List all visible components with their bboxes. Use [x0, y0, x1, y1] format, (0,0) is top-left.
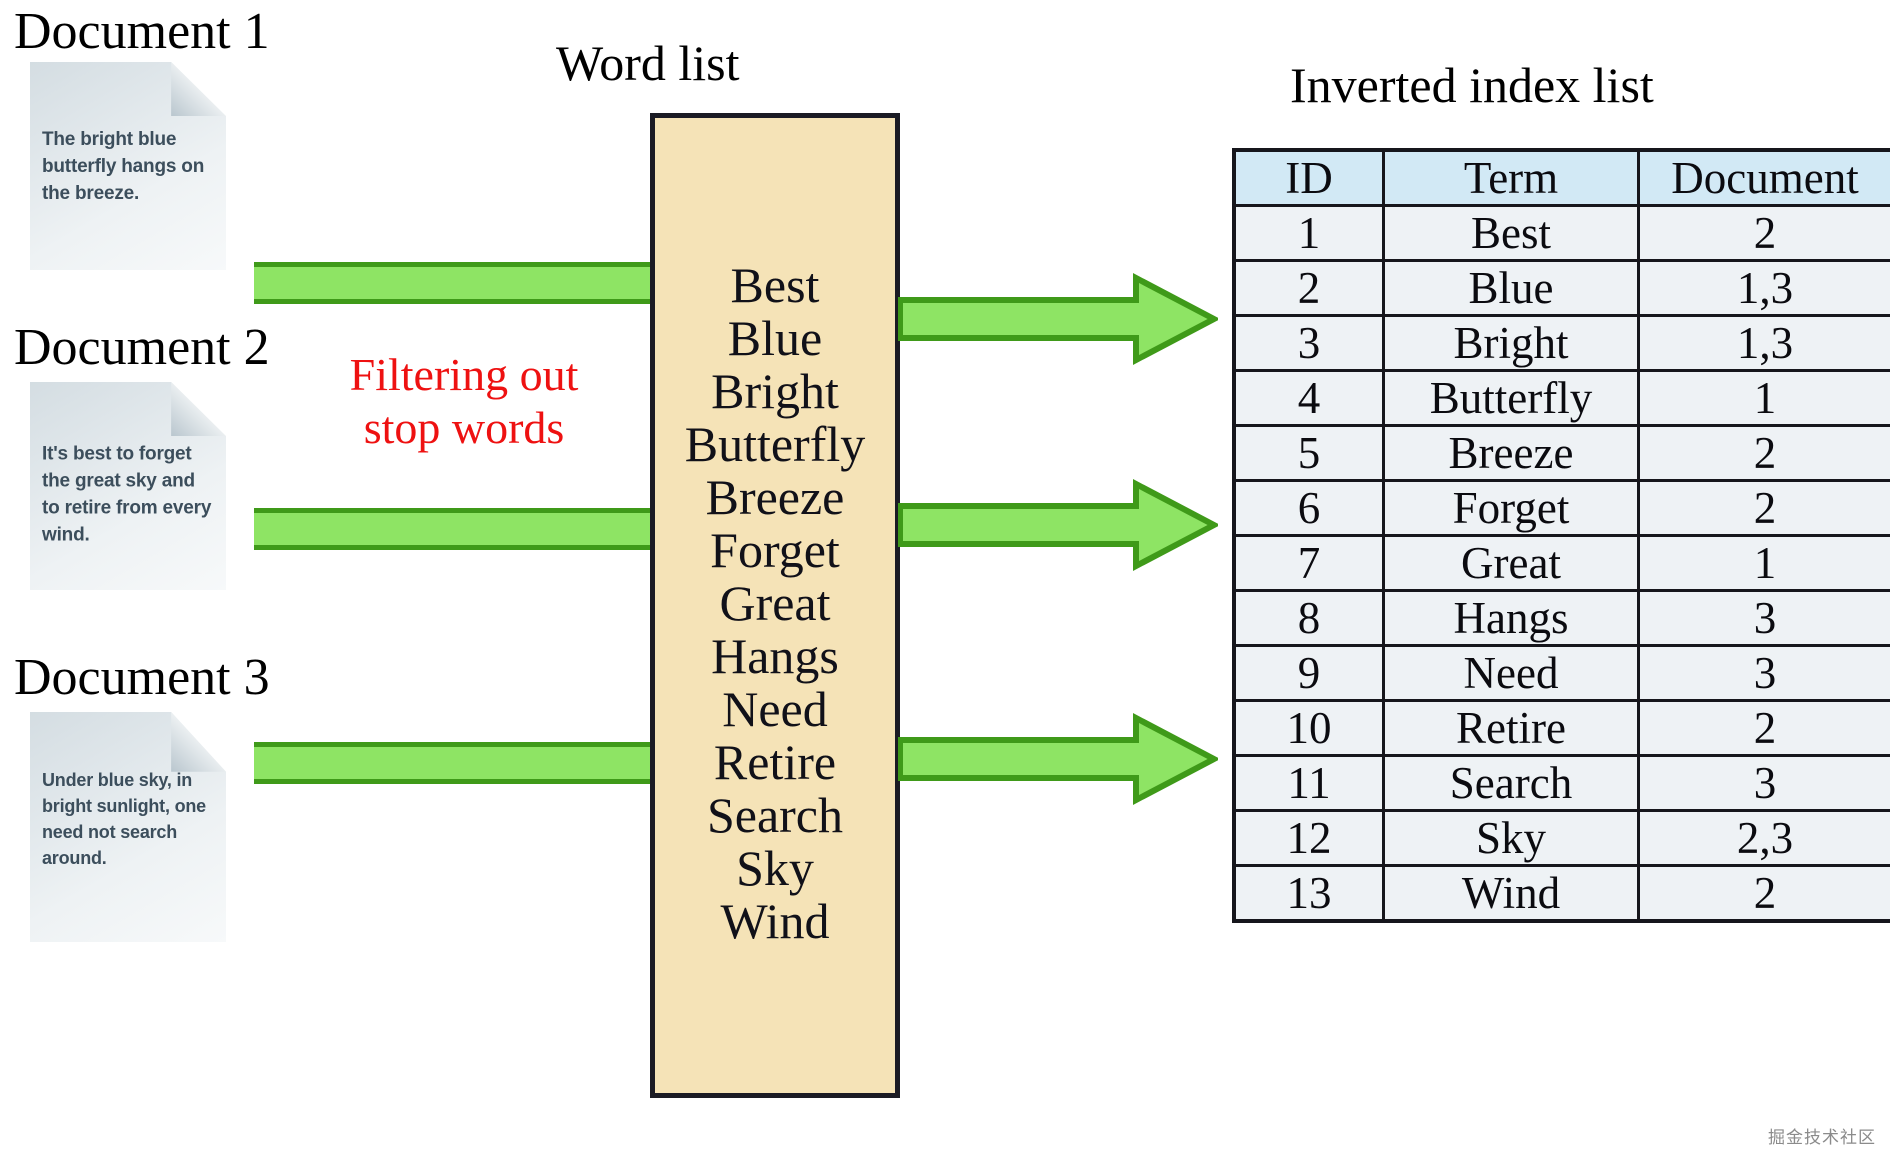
filtering-out-stop-words-note: Filtering out stop words	[274, 348, 654, 455]
word-list-box: Best Blue Bright Butterfly Breeze Forget…	[650, 113, 900, 1098]
table-header-row: ID Term Document	[1232, 148, 1890, 207]
document-3-icon: Under blue sky, in bright sunlight, one …	[30, 712, 226, 942]
cell-document: 1,3	[1637, 259, 1890, 317]
cell-term: Best	[1382, 204, 1640, 262]
table-row: 4 Butterfly 1	[1232, 369, 1890, 427]
table-row: 6 Forget 2	[1232, 479, 1890, 537]
inverted-index-title: Inverted index list	[1290, 57, 1654, 113]
word-list-item: Best	[730, 257, 820, 313]
cell-term: Need	[1382, 644, 1640, 702]
cell-id: 10	[1232, 699, 1385, 757]
watermark: 掘金技术社区	[1768, 1128, 1876, 1148]
cell-term: Sky	[1382, 809, 1640, 867]
cell-id: 5	[1232, 424, 1385, 482]
inverted-index-diagram: Document 1 The bright blue butterfly han…	[0, 0, 1890, 1160]
cell-term: Search	[1382, 754, 1640, 812]
table-row: 10 Retire 2	[1232, 699, 1890, 757]
cell-document: 2	[1637, 479, 1890, 537]
word-list-item: Bright	[711, 363, 839, 419]
cell-document: 2	[1637, 424, 1890, 482]
document-fold-corner-icon	[171, 382, 226, 437]
cell-id: 13	[1232, 864, 1385, 923]
cell-term: Hangs	[1382, 589, 1640, 647]
cell-term: Wind	[1382, 864, 1640, 923]
cell-document: 2,3	[1637, 809, 1890, 867]
arrow-document-3-to-word-list	[254, 742, 654, 784]
column-header-document: Document	[1637, 148, 1890, 207]
cell-document: 3	[1637, 644, 1890, 702]
table-row: 2 Blue 1,3	[1232, 259, 1890, 317]
cell-term: Butterfly	[1382, 369, 1640, 427]
cell-document: 1,3	[1637, 314, 1890, 372]
arrow-document-2-to-word-list	[254, 508, 654, 550]
word-list-item: Breeze	[705, 469, 845, 525]
document-1-icon: The bright blue butterfly hangs on the b…	[30, 62, 226, 270]
document-2-text: It's best to forget the great sky and to…	[42, 443, 212, 546]
word-list-item: Butterfly	[684, 416, 866, 472]
document-2-label: Document 2	[14, 319, 270, 376]
word-list-item: Retire	[713, 734, 837, 790]
word-list-item: Hangs	[711, 628, 839, 684]
cell-id: 4	[1232, 369, 1385, 427]
cell-term: Retire	[1382, 699, 1640, 757]
table-row: 9 Need 3	[1232, 644, 1890, 702]
table-body: 1 Best 2 2 Blue 1,3 3 Bright 1,3 4 Butte…	[1232, 204, 1890, 923]
table-row: 11 Search 3	[1232, 754, 1890, 812]
table-row: 7 Great 1	[1232, 534, 1890, 592]
document-1-text: The bright blue butterfly hangs on the b…	[42, 129, 205, 205]
arrow-document-1-to-word-list	[254, 262, 654, 304]
arrow-word-list-to-index-3	[898, 712, 1218, 806]
document-3-text: Under blue sky, in bright sunlight, one …	[42, 770, 206, 869]
cell-id: 3	[1232, 314, 1385, 372]
word-list-item: Wind	[720, 893, 830, 949]
table-row: 8 Hangs 3	[1232, 589, 1890, 647]
cell-document: 1	[1637, 534, 1890, 592]
cell-document: 2	[1637, 864, 1890, 923]
column-header-term: Term	[1382, 148, 1640, 207]
word-list-item: Blue	[727, 310, 823, 366]
cell-term: Great	[1382, 534, 1640, 592]
table-head: ID Term Document	[1232, 148, 1890, 207]
filter-note-line-1: Filtering out	[349, 349, 579, 400]
table-row: 12 Sky 2,3	[1232, 809, 1890, 867]
table-row: 5 Breeze 2	[1232, 424, 1890, 482]
arrow-word-list-to-index-2	[898, 478, 1218, 572]
word-list-title: Word list	[556, 35, 740, 91]
document-3-label: Document 3	[14, 649, 270, 706]
cell-document: 2	[1637, 204, 1890, 262]
cell-id: 2	[1232, 259, 1385, 317]
cell-term: Bright	[1382, 314, 1640, 372]
cell-term: Breeze	[1382, 424, 1640, 482]
cell-id: 11	[1232, 754, 1385, 812]
word-list-item: Great	[719, 575, 831, 631]
cell-term: Forget	[1382, 479, 1640, 537]
table-row: 1 Best 2	[1232, 204, 1890, 262]
cell-id: 6	[1232, 479, 1385, 537]
cell-document: 3	[1637, 589, 1890, 647]
table-row: 3 Bright 1,3	[1232, 314, 1890, 372]
cell-document: 1	[1637, 369, 1890, 427]
cell-id: 9	[1232, 644, 1385, 702]
cell-id: 7	[1232, 534, 1385, 592]
cell-term: Blue	[1382, 259, 1640, 317]
filter-note-line-2: stop words	[363, 402, 565, 454]
cell-document: 3	[1637, 754, 1890, 812]
cell-id: 8	[1232, 589, 1385, 647]
word-list-item: Search	[706, 787, 844, 843]
document-fold-corner-icon	[171, 62, 226, 117]
word-list-item: Sky	[736, 840, 814, 896]
table-row: 13 Wind 2	[1232, 864, 1890, 923]
inverted-index-table: ID Term Document 1 Best 2 2 Blue 1,3 3 B…	[1232, 148, 1890, 923]
document-2-icon: It's best to forget the great sky and to…	[30, 382, 226, 590]
cell-document: 2	[1637, 699, 1890, 757]
cell-id: 1	[1232, 204, 1385, 262]
document-fold-corner-icon	[171, 712, 226, 772]
arrow-word-list-to-index-1	[898, 272, 1218, 366]
cell-id: 12	[1232, 809, 1385, 867]
word-list-item: Forget	[710, 522, 840, 578]
word-list-item: Need	[722, 681, 828, 737]
column-header-id: ID	[1232, 148, 1385, 207]
document-1-label: Document 1	[14, 3, 270, 60]
